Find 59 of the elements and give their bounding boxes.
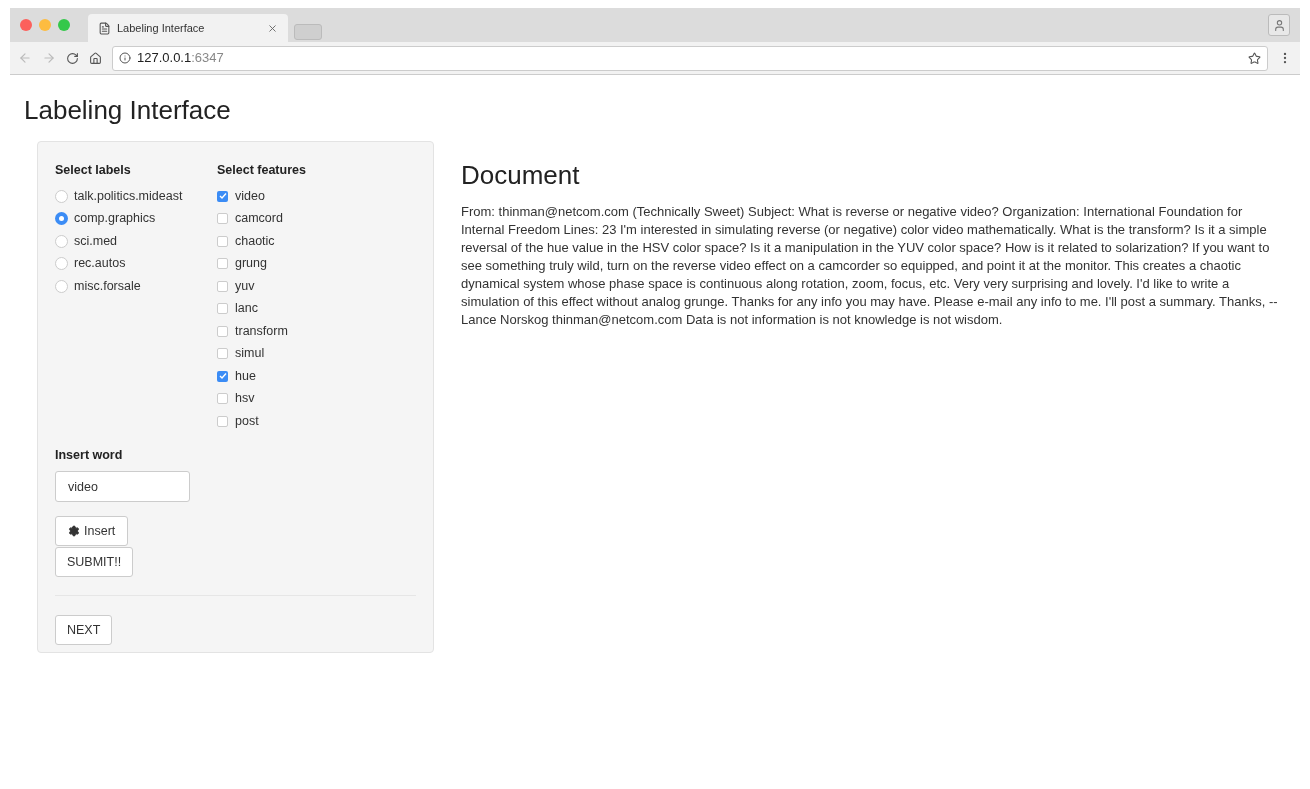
feature-option: camcord [235,209,283,228]
word-input-field[interactable]: video [55,471,190,502]
profile-button[interactable] [1268,14,1290,36]
gear-icon [68,525,80,537]
document-text: From: thinman@netcom.com (Technically Sweet) Subject: What is reverse or negative video? Organization: International Foundation for Internal Freedom Lines: 23 I'm interested in simulating reverse (or negative) color video mathematically. What is the transform? Is it a simple reversal of the hue value in the HSV color space? Is it a manipulation in the YUV color space? How is it related to solarization? If you want to see something truly wild, turn on the reverse video effect on a camcorder so equipped, and point it at the monitor. This creates a chaotic dynamical system whose phase space is continuous along rotation, zoom, focus, etc. Very very surprising and lovely. I'd like to write a simulation of this effect without analog grunge. Thanks for any info you may have. Please e-mail any info to me. I'll post a summary. Thanks, -- Lance Norskog thinman@netcom.com Data is not information is not knowledge is not wisdom. [461,203,1279,329]
feature-option: grung [235,254,267,273]
feature-option: transform [235,321,288,341]
feature-option: video [235,186,265,206]
checkbox[interactable] [217,325,228,337]
reload-icon[interactable] [66,51,79,65]
forward-icon[interactable] [42,51,56,65]
insert-heading: Insert word [55,447,124,465]
address-port: :6347 [191,49,224,68]
checkbox[interactable] [217,235,228,247]
document-icon [98,21,111,35]
person-icon [1272,18,1286,32]
label-option: comp.graphics [74,209,156,228]
feature-option: yuv [235,276,255,296]
checkbox[interactable] [217,280,228,292]
checkbox[interactable] [217,190,228,202]
page-title: Labeling Interface [24,94,232,127]
checkbox[interactable] [217,258,228,269]
feature-option: hue [235,366,256,386]
label-option: misc.forsale [74,276,141,296]
close-tab-icon[interactable] [267,22,278,34]
tab-title: Labeling Interface [117,20,206,36]
home-icon[interactable] [89,51,102,65]
label-option: sci.med [74,231,118,251]
browser-tab[interactable]: Labeling Interface [88,14,288,42]
document-heading: Document [461,159,581,192]
radio-button[interactable] [55,212,68,225]
checkbox[interactable] [217,370,228,382]
checkbox[interactable] [217,393,228,404]
back-icon[interactable] [18,51,32,65]
labels-heading: Select labels [55,162,132,179]
info-icon [119,52,131,64]
label-option: rec.autos [74,254,126,273]
address-bar[interactable]: 127.0.0.1:6347 [112,45,1268,71]
bookmark-star-icon[interactable] [1248,51,1261,65]
feature-option: post [235,411,259,431]
radio-button[interactable] [55,234,68,248]
radio-button[interactable] [55,257,68,270]
features-heading: Select features [217,162,306,179]
next-button[interactable]: NEXT [55,615,113,645]
feature-option: hsv [235,389,255,408]
insert-button[interactable]: Insert [55,516,129,546]
feature-option: lanc [235,299,258,318]
checkbox[interactable] [217,213,228,224]
feature-option: simul [235,344,265,363]
new-tab-button[interactable] [294,24,322,40]
checkbox[interactable] [217,348,228,359]
radio-button[interactable] [55,279,68,293]
checkbox[interactable] [217,303,228,314]
submit-button[interactable]: SUBMIT!! [55,547,134,577]
checkbox[interactable] [217,415,228,427]
radio-button[interactable] [55,189,68,203]
label-option: talk.politics.mideast [74,186,183,206]
feature-option: chaotic [235,231,275,251]
address-host: 127.0.0.1 [137,49,192,68]
